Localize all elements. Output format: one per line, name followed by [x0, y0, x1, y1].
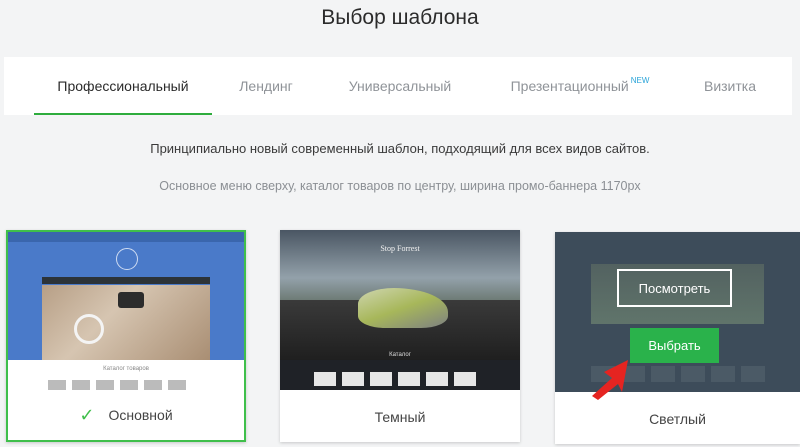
checkmark-icon: ✓: [79, 404, 95, 425]
view-button[interactable]: Посмотреть: [617, 269, 732, 307]
template-card-dark[interactable]: Stop Forrest Каталог Темный: [280, 230, 520, 442]
tab-professional-label: Профессиональный: [57, 78, 189, 94]
camera-logo-icon: [116, 248, 138, 270]
template-specs: Основное меню сверху, каталог товаров по…: [159, 179, 641, 193]
template-description: Принципиально новый современный шаблон, …: [150, 141, 650, 156]
headphones-image: [74, 314, 104, 344]
template-card-light[interactable]: Посмотреть Выбрать Светлый: [555, 232, 800, 444]
red-arrow-icon: [592, 360, 628, 400]
page-title: Выбор шаблона: [321, 6, 479, 29]
template-name: Основной: [108, 407, 173, 423]
tab-universal-label: Универсальный: [348, 78, 452, 94]
tab-landing[interactable]: Лендинг: [212, 57, 320, 115]
preview-catalog-label: Каталог: [389, 352, 411, 358]
template-card-footer: Темный: [280, 392, 520, 442]
template-card-main[interactable]: Каталог товаров ✓ Основной: [6, 230, 246, 442]
tab-business-card-label: Визитка: [703, 78, 757, 94]
preview-catalog-label: Каталог товаров: [103, 366, 149, 372]
select-button[interactable]: Выбрать: [630, 328, 719, 363]
tab-professional[interactable]: Профессиональный: [34, 57, 212, 115]
template-card-footer: ✓ Основной: [8, 390, 244, 440]
template-name: Светлый: [649, 411, 706, 427]
tab-landing-label: Лендинг: [239, 78, 293, 94]
tab-universal[interactable]: Универсальный: [320, 57, 480, 115]
template-preview-dark: Stop Forrest Каталог: [280, 230, 520, 390]
tab-business-card[interactable]: Визитка: [680, 57, 780, 115]
template-preview-main: Каталог товаров: [8, 232, 244, 392]
camera-image: [118, 292, 144, 308]
template-tabs: Профессиональный Лендинг Универсальный П…: [4, 57, 792, 115]
template-name: Темный: [374, 409, 426, 425]
preview-logo: Stop Forrest: [380, 244, 420, 253]
tab-presentation-label: Презентационный: [510, 78, 629, 94]
tab-presentation[interactable]: Презентационный NEW: [480, 57, 680, 115]
new-badge: NEW: [630, 75, 650, 85]
